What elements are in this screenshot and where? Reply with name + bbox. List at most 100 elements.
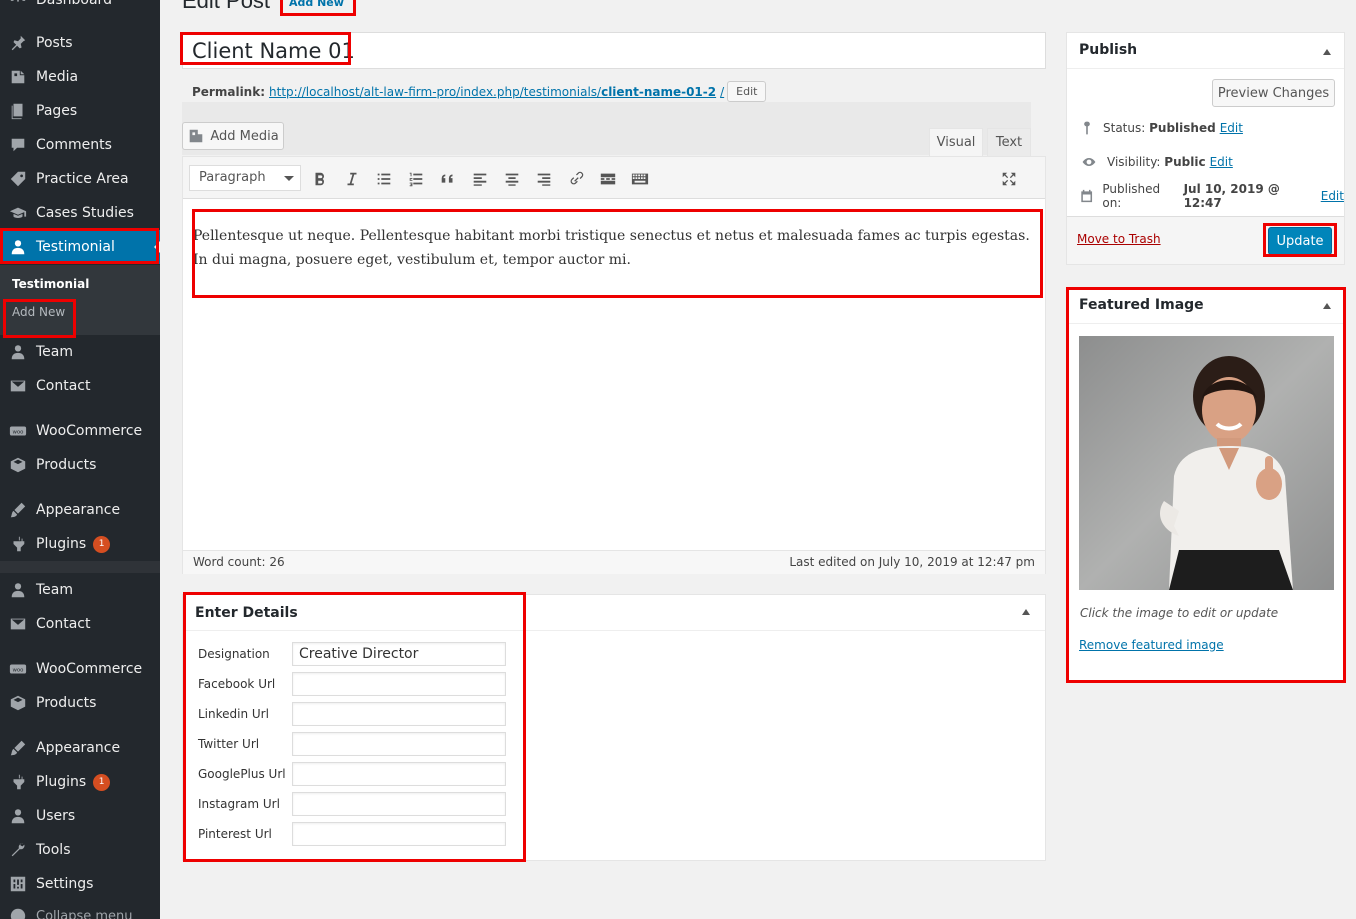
sidebar-item-appearance[interactable]: Appearance [0, 731, 160, 765]
editor-content[interactable]: Pellentesque ut neque. Pellentesque habi… [193, 224, 1033, 272]
visibility-edit-link[interactable]: Edit [1210, 155, 1233, 169]
sidebar-item-practice-area[interactable]: Practice Area [0, 162, 160, 196]
sidebar-item-woocommerce[interactable]: woo WooCommerce [0, 414, 160, 448]
twitter-url-input[interactable] [292, 732, 506, 756]
read-more-icon[interactable] [598, 169, 618, 189]
linkedin-url-input[interactable] [292, 702, 506, 726]
published-edit-link[interactable]: Edit [1321, 189, 1344, 203]
admin-sidebar: Dashboard Posts Media Pages Comments Pra… [0, 0, 160, 919]
sidebar-item-pages[interactable]: Pages [0, 94, 160, 128]
post-title-input[interactable] [182, 32, 1046, 69]
publish-header[interactable]: Publish [1067, 33, 1344, 69]
field-label: Facebook Url [198, 677, 276, 691]
googleplus-url-input[interactable] [292, 762, 506, 786]
sidebar-item-label: Collapse menu [36, 908, 133, 919]
update-button[interactable]: Update [1268, 227, 1332, 255]
sidebar-item-settings[interactable]: Settings [0, 867, 160, 901]
submenu-item-add-new[interactable]: Add New [12, 305, 65, 319]
remove-featured-image-link[interactable]: Remove featured image [1079, 638, 1224, 652]
sidebar-item-label: Team [36, 344, 74, 360]
sidebar-item-plugins[interactable]: Plugins 1 [0, 527, 160, 561]
field-linkedin-url: Linkedin Url [198, 702, 506, 726]
instagram-url-input[interactable] [292, 792, 506, 816]
sidebar-item-woocommerce[interactable]: woo WooCommerce [0, 652, 160, 686]
field-label: Pinterest Url [198, 827, 272, 841]
sidebar-item-label: Team [36, 582, 74, 598]
published-on-row: Published on: Jul 10, 2019 @ 12:47 Edit [1079, 182, 1344, 210]
sidebar-item-contact[interactable]: Contact [0, 607, 160, 641]
designation-input[interactable] [292, 642, 506, 666]
editor-status-bar: Word count: 26 Last edited on July 10, 2… [183, 550, 1045, 574]
bold-icon[interactable] [310, 169, 330, 189]
collapse-arrow-icon[interactable] [1323, 45, 1331, 55]
link-icon[interactable] [566, 169, 586, 189]
format-select[interactable]: Paragraph [189, 165, 301, 191]
sidebar-item-products[interactable]: Products [0, 448, 160, 482]
collapse-arrow-icon[interactable] [1323, 299, 1331, 309]
details-header[interactable]: Enter Details [183, 595, 1045, 631]
permalink-edit-button[interactable]: Edit [727, 81, 767, 102]
user-icon [0, 238, 36, 256]
sidebar-item-team[interactable]: Team [0, 335, 160, 369]
sidebar-item-team[interactable]: Team [0, 573, 160, 607]
facebook-url-input[interactable] [292, 672, 506, 696]
sidebar-item-contact[interactable]: Contact [0, 369, 160, 403]
sidebar-item-testimonial[interactable]: Testimonial [0, 230, 160, 264]
sidebar-item-label: WooCommerce [36, 423, 143, 439]
published-value: Jul 10, 2019 @ 12:47 [1183, 182, 1280, 210]
wrench-icon [0, 841, 36, 859]
sidebar-item-posts[interactable]: Posts [0, 26, 160, 60]
woo-icon: woo [0, 660, 36, 678]
sidebar-item-tools[interactable]: Tools [0, 833, 160, 867]
numbered-list-icon[interactable] [406, 169, 426, 189]
submenu-item-testimonial[interactable]: Testimonial [12, 277, 89, 291]
featured-image[interactable] [1079, 336, 1334, 590]
word-count: Word count: 26 [193, 555, 285, 569]
preview-changes-button[interactable]: Preview Changes [1212, 79, 1335, 107]
add-media-icon [190, 129, 203, 143]
tab-text[interactable]: Text [987, 128, 1031, 156]
align-right-icon[interactable] [534, 169, 554, 189]
add-media-label: Add Media [210, 128, 279, 144]
users-icon [0, 807, 36, 825]
move-to-trash-link[interactable]: Move to Trash [1077, 232, 1161, 246]
blockquote-icon[interactable] [438, 169, 458, 189]
permalink-base: http://localhost/alt-law-firm-pro/index.… [269, 84, 602, 99]
bullet-list-icon[interactable] [374, 169, 394, 189]
tab-visual[interactable]: Visual [929, 128, 983, 156]
sidebar-item-users[interactable]: Users [0, 799, 160, 833]
field-label: Instagram Url [198, 797, 280, 811]
field-label: Linkedin Url [198, 707, 269, 721]
pinterest-url-input[interactable] [292, 822, 506, 846]
brush-icon [0, 501, 36, 519]
toolbar-toggle-icon[interactable] [630, 169, 650, 189]
field-instagram-url: Instagram Url [198, 792, 506, 816]
align-left-icon[interactable] [470, 169, 490, 189]
settings-icon [0, 875, 36, 893]
sidebar-item-dashboard[interactable]: Dashboard [0, 0, 160, 17]
collapse-arrow-icon[interactable] [1022, 605, 1030, 615]
plugin-icon [0, 535, 36, 553]
sidebar-item-cases-studies[interactable]: Cases Studies [0, 196, 160, 230]
add-media-button[interactable]: Add Media [182, 122, 284, 150]
last-edited: Last edited on July 10, 2019 at 12:47 pm [789, 555, 1035, 569]
align-center-icon[interactable] [502, 169, 522, 189]
sidebar-item-plugins[interactable]: Plugins 1 [0, 765, 160, 799]
svg-text:woo: woo [13, 429, 24, 435]
sidebar-item-media[interactable]: Media [0, 60, 160, 94]
fullscreen-icon[interactable] [999, 169, 1019, 189]
sidebar-item-label: Dashboard [36, 0, 112, 8]
sidebar-item-comments[interactable]: Comments [0, 128, 160, 162]
sidebar-item-label: Appearance [36, 740, 121, 756]
status-edit-link[interactable]: Edit [1220, 121, 1243, 135]
permalink-row: Permalink: http://localhost/alt-law-firm… [192, 81, 767, 102]
sidebar-item-products[interactable]: Products [0, 686, 160, 720]
permalink-link[interactable]: http://localhost/alt-law-firm-pro/index.… [269, 85, 724, 99]
add-new-button[interactable]: Add New [289, 0, 344, 9]
sidebar-item-label: Practice Area [36, 171, 129, 187]
italic-icon[interactable] [342, 169, 362, 189]
sidebar-item-appearance[interactable]: Appearance [0, 493, 160, 527]
page-title: Edit Post [182, 0, 271, 13]
collapse-menu-button[interactable]: Collapse menu [0, 899, 160, 919]
featured-header[interactable]: Featured Image [1067, 288, 1344, 324]
